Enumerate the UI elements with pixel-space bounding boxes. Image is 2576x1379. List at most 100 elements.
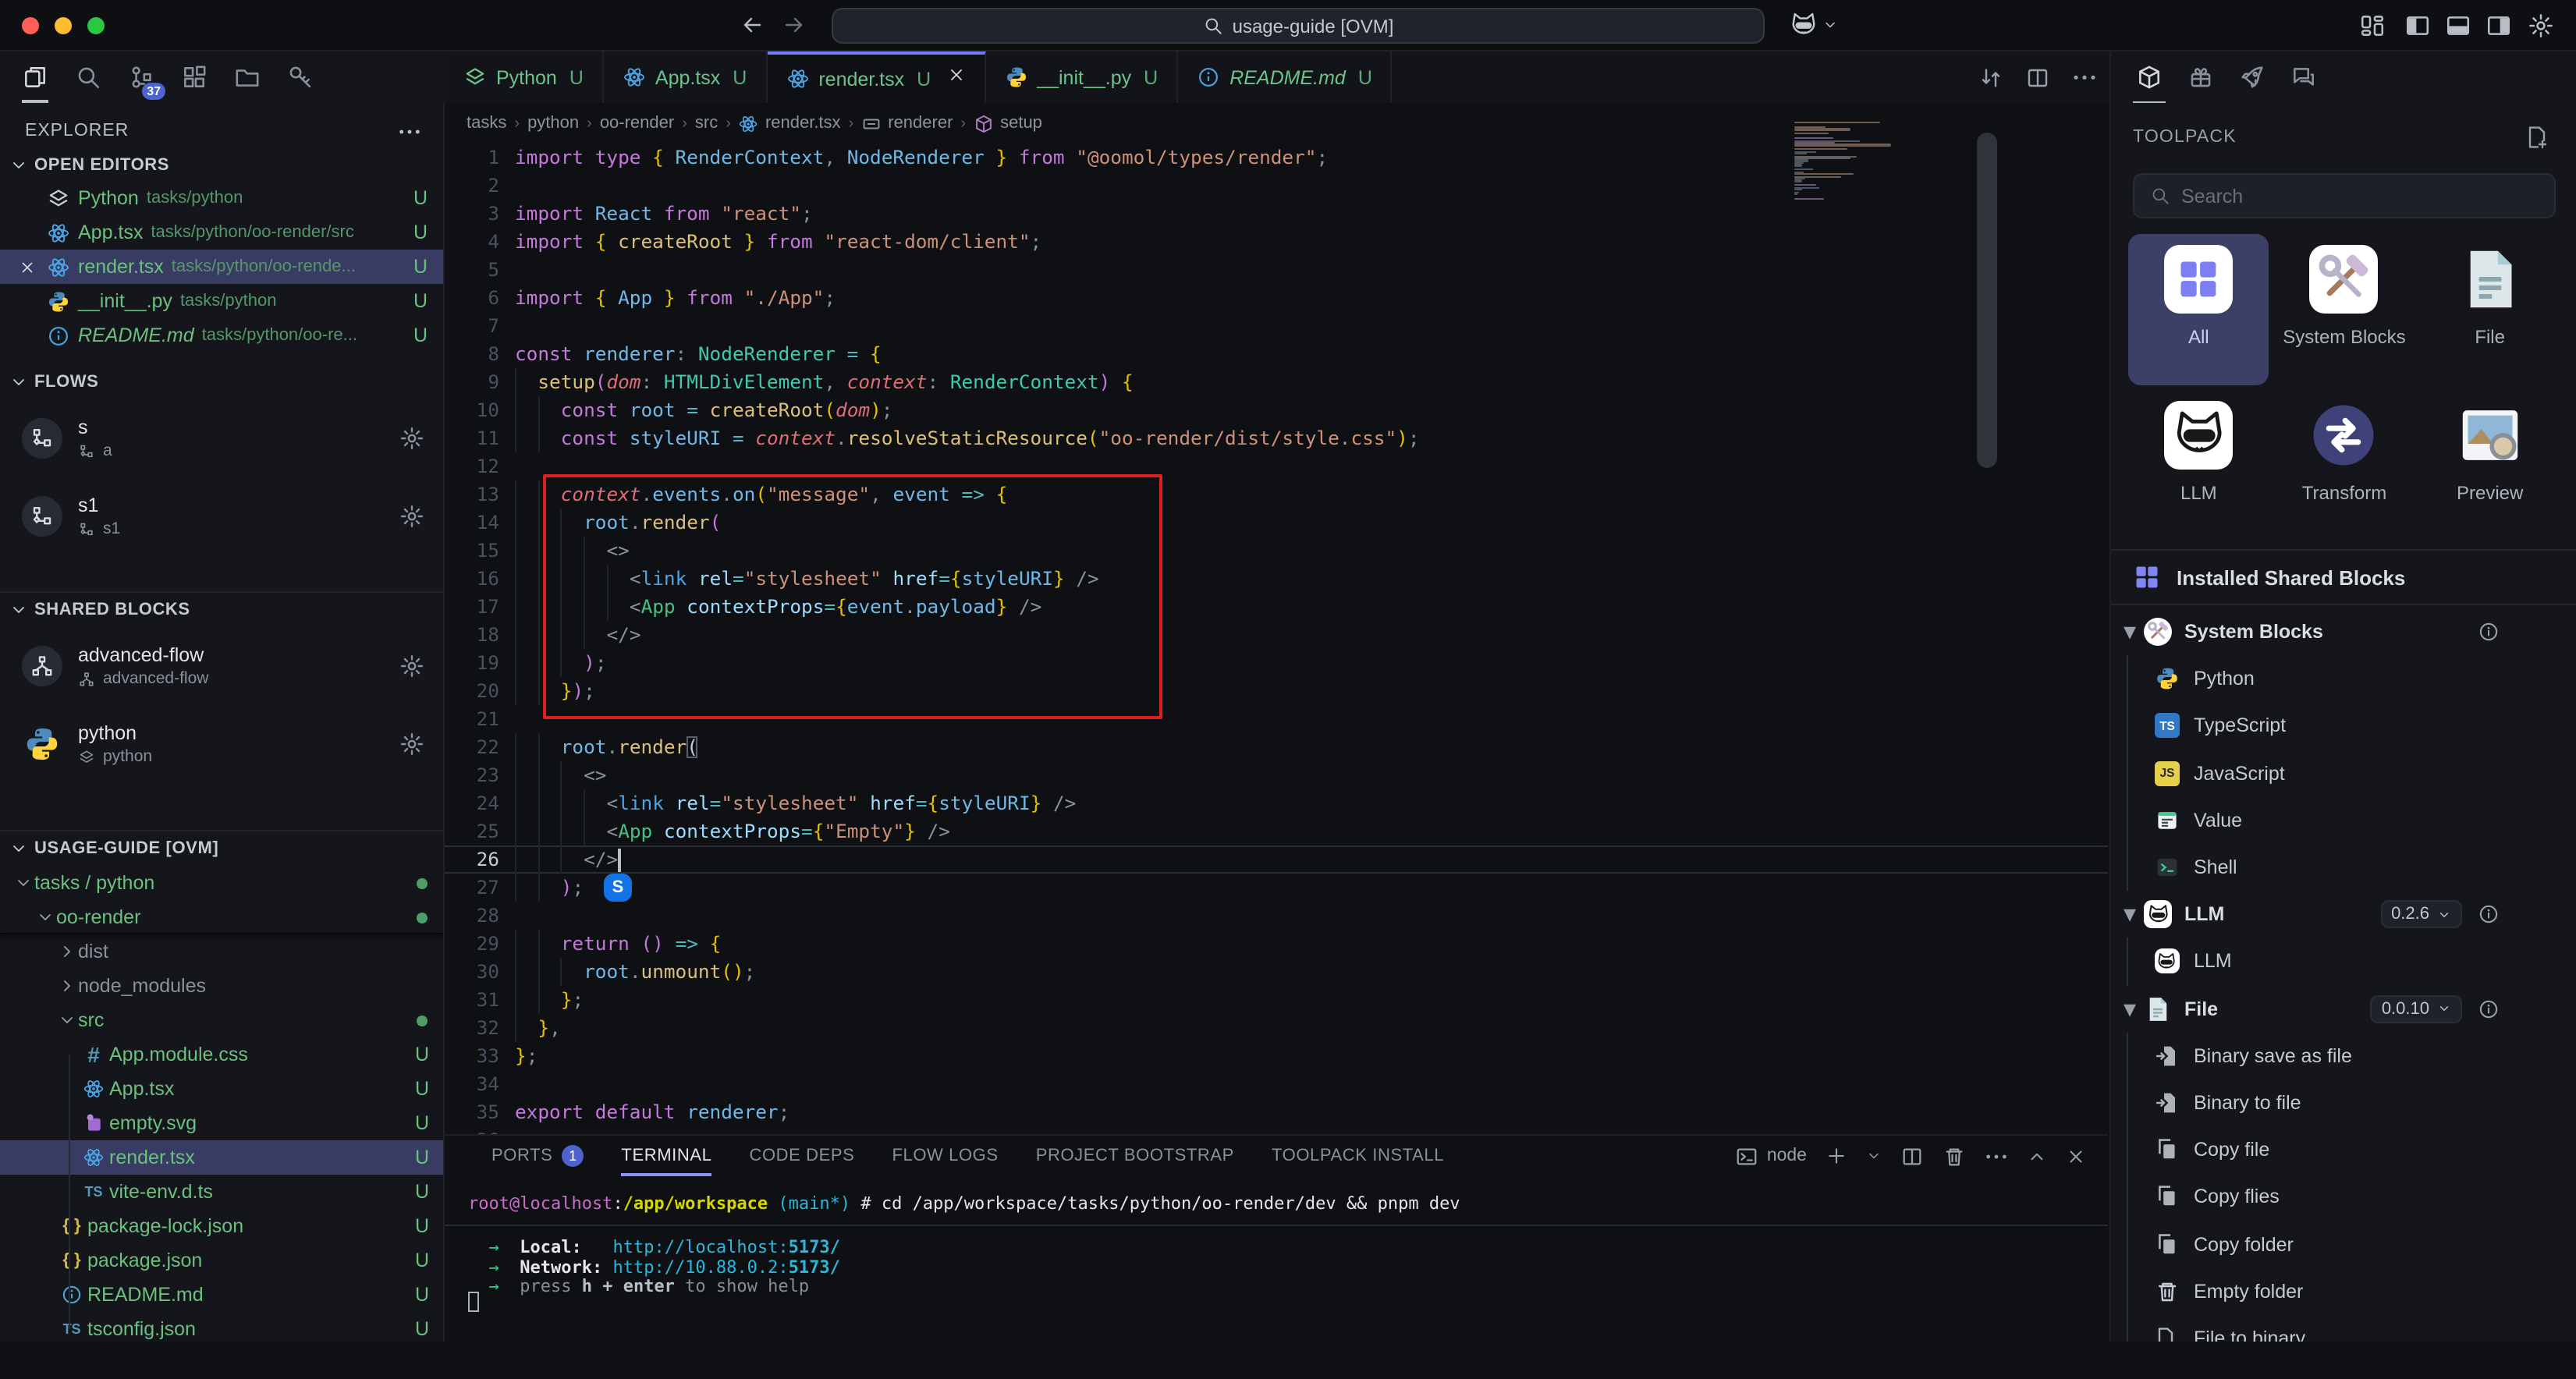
version-select[interactable]: 0.0.10: [2371, 994, 2462, 1023]
tree-item-package-lock.json[interactable]: { }package-lock.jsonU: [0, 1209, 443, 1243]
panel-more-icon[interactable]: [1985, 1152, 2008, 1160]
block-section-llm[interactable]: ▾LLM0.2.6: [2111, 891, 2576, 938]
panel-tab-ports[interactable]: PORTS1: [491, 1145, 584, 1167]
panel-right-toggle[interactable]: [2486, 12, 2512, 39]
activity-flowscm-icon[interactable]: 37: [128, 64, 154, 90]
tree-item-App.tsx[interactable]: App.tsxU: [0, 1072, 443, 1106]
close-icon[interactable]: [19, 258, 36, 275]
panel-tab-terminal[interactable]: TERMINAL: [621, 1147, 711, 1165]
breadcrumb-oo-render[interactable]: oo-render: [600, 114, 674, 133]
activity-search-icon[interactable]: [75, 64, 101, 90]
panel-tab-toolpack-install[interactable]: TOOLPACK INSTALL: [1272, 1147, 1444, 1165]
tree-item-src[interactable]: src: [0, 1003, 443, 1037]
block-item-typescript[interactable]: TSTypeScript: [2111, 703, 2576, 750]
category-tile-transform[interactable]: Transform: [2274, 390, 2415, 541]
tree-item-App.module.css[interactable]: #App.module.cssU: [0, 1037, 443, 1072]
panel-tab-project-bootstrap[interactable]: PROJECT BOOTSTRAP: [1036, 1147, 1234, 1165]
gear-icon[interactable]: [399, 426, 424, 451]
activity-folder-icon[interactable]: [234, 64, 261, 90]
breadcrumb-src[interactable]: src: [695, 114, 718, 133]
toolpack-search-input[interactable]: Search: [2133, 173, 2556, 218]
flow-item-s[interactable]: sa: [0, 399, 443, 477]
traffic-zoom-button[interactable]: [87, 17, 105, 34]
tab-__init__.py[interactable]: __init__.pyU: [985, 51, 1178, 103]
tree-item-node_modules[interactable]: node_modules: [0, 969, 443, 1003]
project-header[interactable]: USAGE-GUIDE [OVM]: [0, 831, 443, 866]
activity-key-icon[interactable]: [287, 64, 314, 90]
open-editor-App.tsx[interactable]: App.tsxtasks/python/oo-render/srcU: [0, 215, 443, 250]
swap-editors-icon[interactable]: [1978, 65, 2003, 90]
category-tile-system-blocks[interactable]: System Blocks: [2274, 234, 2415, 385]
gift-tab[interactable]: [2187, 64, 2214, 90]
gear-icon[interactable]: [399, 732, 424, 757]
category-tile-llm[interactable]: LLM: [2128, 390, 2269, 541]
tree-item-vite-env.d.ts[interactable]: TSvite-env.d.tsU: [0, 1175, 443, 1209]
open-editor-README.md[interactable]: README.mdtasks/python/oo-re...U: [0, 318, 443, 353]
activity-files-icon[interactable]: [22, 64, 48, 90]
open-editor-__init__.py[interactable]: __init__.pytasks/pythonU: [0, 284, 443, 318]
block-section-system-blocks[interactable]: ▾System Blocks: [2111, 608, 2576, 655]
close-icon[interactable]: [946, 65, 965, 93]
tree-item-empty.svg[interactable]: empty.svgU: [0, 1106, 443, 1140]
block-item-copy-flies[interactable]: Copy flies: [2111, 1174, 2576, 1221]
gear-icon[interactable]: [399, 654, 424, 679]
gear-icon[interactable]: [399, 504, 424, 529]
terminal-instance[interactable]: node: [1736, 1144, 1807, 1168]
block-item-empty-folder[interactable]: Empty folder: [2111, 1267, 2576, 1314]
new-terminal-icon[interactable]: [1826, 1145, 1847, 1167]
block-item-shell[interactable]: Shell: [2111, 844, 2576, 891]
command-center-search[interactable]: usage-guide [OVM]: [832, 8, 1765, 44]
collapse-triangle-icon[interactable]: ▾: [2120, 993, 2139, 1024]
block-item-file-to-binary[interactable]: File to binary: [2111, 1315, 2576, 1342]
editor-scrollbar[interactable]: [1977, 133, 1997, 468]
open-editors-header[interactable]: OPEN EDITORS: [0, 150, 443, 181]
panel-tab-code-deps[interactable]: CODE DEPS: [749, 1147, 854, 1165]
info-icon[interactable]: [2478, 621, 2500, 643]
traffic-minimize-button[interactable]: [55, 17, 72, 34]
collapse-triangle-icon[interactable]: ▾: [2120, 616, 2139, 647]
block-item-javascript[interactable]: JSJavaScript: [2111, 750, 2576, 796]
breadcrumb-tasks[interactable]: tasks: [467, 114, 506, 133]
panel-bottom-toggle[interactable]: [2445, 12, 2471, 39]
shared-block-python[interactable]: pythonpython: [0, 705, 443, 783]
split-editor-icon[interactable]: [2025, 65, 2050, 90]
breadcrumb-renderer[interactable]: renderer: [861, 113, 953, 133]
block-item-binary-save-as-file[interactable]: Binary save as file: [2111, 1032, 2576, 1079]
open-editor-Python[interactable]: Pythontasks/pythonU: [0, 181, 443, 215]
info-icon[interactable]: [2478, 903, 2500, 925]
explorer-more-icon[interactable]: [398, 127, 421, 135]
tree-item-oo-render[interactable]: oo-render: [0, 900, 443, 934]
rocket-tab[interactable]: [2239, 64, 2266, 90]
tab-README.md[interactable]: README.mdU: [1178, 51, 1393, 103]
shared-block-advanced-flow[interactable]: advanced-flowadvanced-flow: [0, 627, 443, 705]
flow-item-s1[interactable]: s1s1: [0, 477, 443, 555]
kill-terminal-icon[interactable]: [1943, 1144, 1966, 1168]
block-section-file[interactable]: ▾File0.0.10: [2111, 985, 2576, 1032]
tab-render.tsx[interactable]: render.tsxU: [767, 51, 985, 103]
nav-back-button[interactable]: [740, 12, 765, 37]
new-tool-icon[interactable]: [2525, 125, 2549, 150]
split-terminal-icon[interactable]: [1900, 1144, 1924, 1168]
block-item-llm[interactable]: LLM: [2111, 938, 2576, 985]
info-icon[interactable]: [2478, 998, 2500, 1019]
minimap[interactable]: [1794, 122, 1966, 203]
version-select[interactable]: 0.2.6: [2380, 900, 2462, 928]
nav-forward-button[interactable]: [782, 12, 807, 37]
maximize-panel-icon[interactable]: [2027, 1146, 2047, 1166]
breadcrumb-render.tsx[interactable]: render.tsx: [739, 113, 841, 133]
flows-header[interactable]: FLOWS: [0, 365, 443, 399]
tree-item-dist[interactable]: dist: [0, 934, 443, 969]
block-item-value[interactable]: Value: [2111, 797, 2576, 844]
breadcrumb-python[interactable]: python: [527, 114, 579, 133]
block-item-copy-file[interactable]: Copy file: [2111, 1126, 2576, 1173]
category-tile-all[interactable]: All: [2128, 234, 2269, 385]
block-item-python[interactable]: Python: [2111, 655, 2576, 702]
category-tile-preview[interactable]: Preview: [2419, 390, 2560, 541]
breadcrumb-setup[interactable]: setup: [974, 113, 1042, 133]
layout-grid-icon[interactable]: [2359, 12, 2386, 39]
panel-left-toggle[interactable]: [2404, 12, 2431, 39]
category-tile-file[interactable]: File: [2419, 234, 2560, 385]
tab-Python[interactable]: PythonU: [445, 51, 604, 103]
tree-item-package.json[interactable]: { }package.jsonU: [0, 1243, 443, 1278]
toolpack-tab[interactable]: [2136, 64, 2163, 90]
